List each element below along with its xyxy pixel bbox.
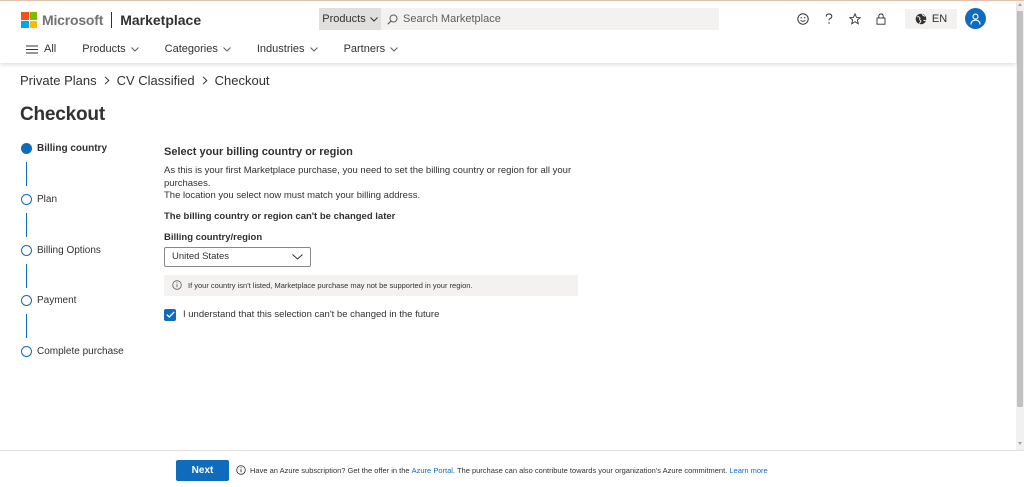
step-label: Complete purchase bbox=[37, 346, 124, 357]
step-connector bbox=[26, 314, 27, 338]
description-line-1: As this is your first Marketplace purcha… bbox=[164, 165, 572, 189]
nav-item-categories[interactable]: Categories bbox=[165, 43, 231, 55]
person-icon bbox=[970, 13, 981, 25]
step-dot-icon bbox=[21, 194, 32, 205]
page-title: Checkout bbox=[20, 104, 105, 125]
footer-text-before-link: Have an Azure subscription? Get the offe… bbox=[250, 465, 410, 475]
chevron-right-icon bbox=[104, 74, 110, 88]
description-line-2: The location you select now must match y… bbox=[164, 190, 421, 201]
nav-item-partners[interactable]: Partners bbox=[344, 43, 399, 55]
hamburger-menu-icon bbox=[26, 45, 38, 53]
nav-item-products[interactable]: Products bbox=[82, 43, 139, 55]
step-dot-icon bbox=[21, 245, 32, 256]
language-button[interactable]: EN bbox=[905, 9, 957, 29]
chevron-down-icon bbox=[390, 46, 398, 52]
confirm-checkbox-label: I understand that this selection can't b… bbox=[183, 309, 440, 320]
scroll-down-arrow-icon[interactable] bbox=[1018, 442, 1022, 445]
search-bar: Products bbox=[319, 8, 719, 30]
search-scope-dropdown[interactable]: Products bbox=[319, 8, 381, 30]
step-label: Payment bbox=[37, 295, 77, 306]
search-input[interactable] bbox=[403, 13, 703, 25]
chevron-down-icon bbox=[292, 253, 303, 260]
brand-name: Microsoft bbox=[42, 12, 104, 28]
chevron-down-icon bbox=[369, 16, 378, 22]
chevron-right-icon bbox=[202, 74, 208, 88]
microsoft-logo-icon bbox=[21, 12, 37, 28]
nav-item-label: Products bbox=[82, 43, 126, 55]
selected-country: United States bbox=[172, 251, 230, 262]
learn-more-link[interactable]: Learn more bbox=[729, 466, 767, 475]
nav-item-industries[interactable]: Industries bbox=[257, 43, 318, 55]
step-label: Plan bbox=[37, 194, 58, 205]
help-icon[interactable] bbox=[816, 9, 842, 29]
search-scope-label: Products bbox=[322, 13, 366, 25]
step-connector bbox=[26, 264, 27, 288]
globe-icon bbox=[915, 13, 927, 25]
main-nav: All Products Categories Industries Partn… bbox=[26, 43, 424, 55]
chevron-down-icon bbox=[223, 46, 231, 52]
breadcrumb-item-checkout: Checkout bbox=[214, 73, 270, 88]
language-label: EN bbox=[931, 13, 948, 25]
info-message: If your country isn't listed, Marketplac… bbox=[188, 280, 473, 290]
billing-country-select[interactable]: United States bbox=[164, 246, 311, 267]
nav-all-menu[interactable]: All bbox=[26, 43, 56, 55]
step-payment[interactable]: Payment bbox=[21, 295, 76, 306]
header-actions: EN bbox=[790, 9, 957, 29]
next-button[interactable]: Next bbox=[176, 460, 229, 481]
step-dot-icon bbox=[21, 295, 32, 306]
scroll-thumb[interactable] bbox=[1017, 11, 1023, 407]
feedback-smiley-icon[interactable] bbox=[790, 9, 816, 29]
billing-country-form: Select your billing country or region As… bbox=[164, 146, 584, 321]
product-name: Marketplace bbox=[120, 12, 202, 28]
step-label: Billing Options bbox=[37, 245, 101, 256]
brand[interactable]: Microsoft Marketplace bbox=[21, 11, 201, 29]
step-connector bbox=[26, 162, 27, 186]
description: As this is your first Marketplace purcha… bbox=[164, 165, 574, 203]
lock-icon[interactable] bbox=[868, 9, 894, 29]
confirm-checkbox-row[interactable]: I understand that this selection can't b… bbox=[164, 308, 584, 321]
nav-item-label: Partners bbox=[343, 43, 386, 55]
footer-text-after-link: . The purchase can also contribute towar… bbox=[452, 465, 728, 475]
site-header: Microsoft Marketplace Products EN bbox=[0, 1, 1016, 63]
scroll-up-arrow-icon[interactable] bbox=[1018, 3, 1022, 6]
step-complete-purchase[interactable]: Complete purchase bbox=[21, 346, 124, 357]
step-billing-options[interactable]: Billing Options bbox=[21, 245, 101, 256]
chevron-down-icon bbox=[130, 46, 139, 52]
step-dot-icon bbox=[21, 346, 32, 357]
info-icon bbox=[172, 280, 182, 290]
chevron-down-icon bbox=[309, 46, 318, 52]
azure-portal-link[interactable]: Azure Portal bbox=[412, 466, 453, 475]
checkout-footer: Next Have an Azure subscription? Get the… bbox=[0, 450, 1024, 487]
search-icon bbox=[387, 13, 399, 25]
billing-country-label: Billing country/region bbox=[164, 231, 263, 243]
star-favorites-icon[interactable] bbox=[842, 9, 868, 29]
vertical-scrollbar[interactable] bbox=[1016, 1, 1024, 450]
breadcrumb-item-private-plans[interactable]: Private Plans bbox=[20, 73, 97, 88]
section-title: Select your billing country or region bbox=[164, 146, 353, 158]
confirm-checkbox[interactable] bbox=[164, 308, 176, 321]
azure-subscription-note: Have an Azure subscription? Get the offe… bbox=[236, 465, 768, 475]
step-plan[interactable]: Plan bbox=[21, 194, 57, 205]
step-active-dot-icon bbox=[21, 143, 32, 154]
step-label: Billing country bbox=[37, 143, 107, 154]
brand-divider bbox=[111, 12, 113, 28]
user-avatar[interactable] bbox=[965, 8, 986, 29]
nav-item-label: Categories bbox=[164, 43, 218, 55]
info-message-bar: If your country isn't listed, Marketplac… bbox=[164, 274, 578, 296]
checkmark-icon bbox=[165, 311, 175, 318]
nav-item-label: Industries bbox=[256, 43, 305, 55]
info-icon bbox=[236, 465, 246, 475]
step-connector bbox=[26, 213, 27, 237]
breadcrumb: Private Plans CV Classified Checkout bbox=[20, 73, 270, 88]
cannot-change-note: The billing country or region can't be c… bbox=[164, 210, 396, 222]
step-billing-country[interactable]: Billing country bbox=[21, 143, 107, 154]
nav-all-label: All bbox=[44, 43, 57, 55]
breadcrumb-item-cv-classified[interactable]: CV Classified bbox=[117, 73, 195, 88]
